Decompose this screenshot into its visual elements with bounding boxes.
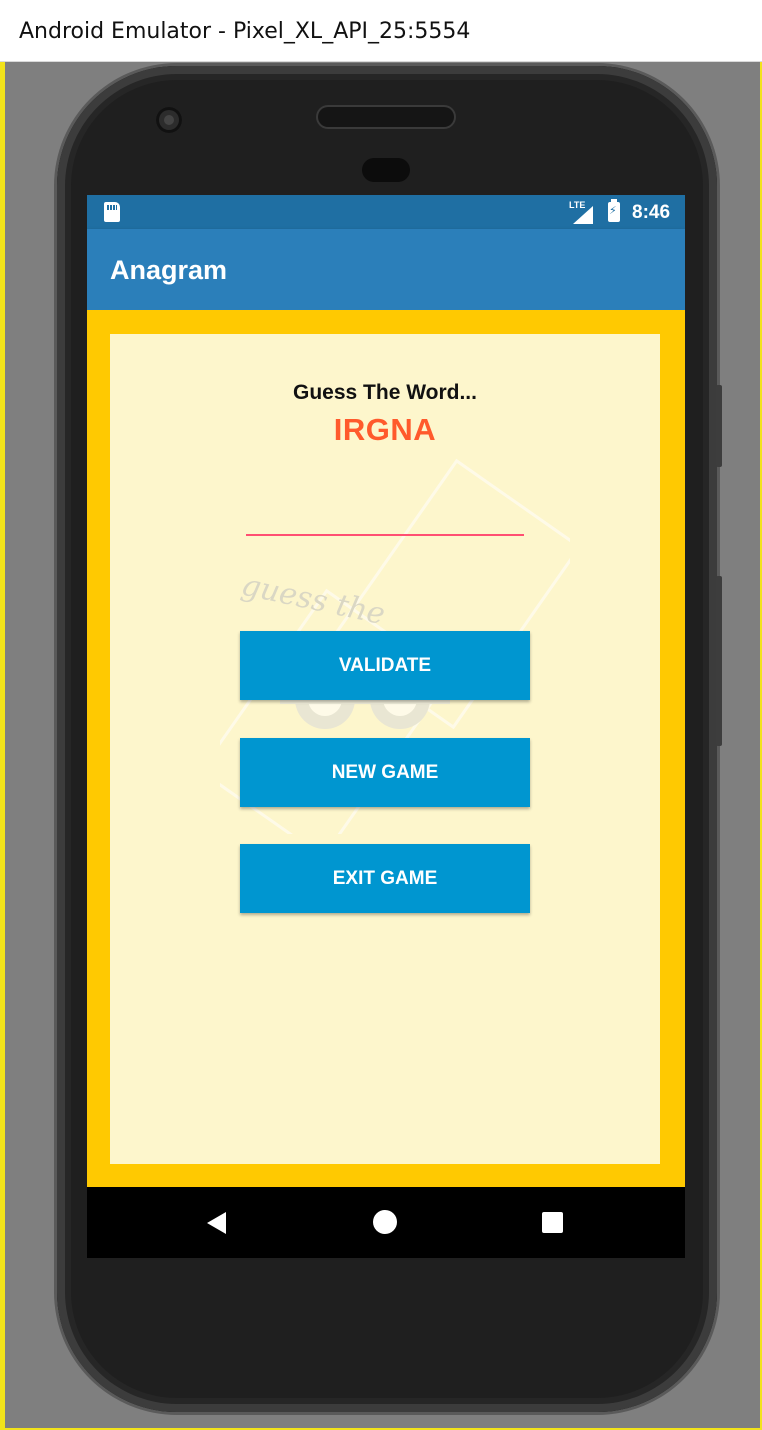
home-icon[interactable]: [373, 1210, 397, 1234]
game-card: guess the Guess The Word... IRGNA VALIDA…: [110, 334, 660, 1164]
window-title: Android Emulator - Pixel_XL_API_25:5554: [19, 19, 471, 44]
status-clock: 8:46: [632, 202, 671, 223]
game-content-area: guess the Guess The Word... IRGNA VALIDA…: [87, 310, 685, 1187]
signal-strength-icon: [573, 206, 593, 224]
exit-game-button[interactable]: EXIT GAME: [240, 844, 530, 913]
proximity-sensor: [362, 158, 410, 182]
back-icon[interactable]: [207, 1212, 226, 1234]
navigation-bar: [87, 1187, 685, 1258]
lte-signal-icon: LTE: [569, 200, 595, 224]
guess-prompt: Guess The Word...: [293, 381, 477, 404]
scrambled-word: IRGNA: [333, 412, 437, 447]
earpiece-speaker: [318, 107, 454, 127]
app-title: Anagram: [110, 255, 228, 285]
app-bar: Anagram: [87, 229, 685, 310]
volume-rocker[interactable]: [716, 576, 722, 746]
battery-charging-icon: [608, 199, 620, 222]
power-button[interactable]: [716, 385, 722, 467]
front-camera-icon: [156, 107, 182, 133]
emulator-title-bar[interactable]: Android Emulator - Pixel_XL_API_25:5554: [0, 0, 762, 62]
answer-input[interactable]: [246, 498, 524, 536]
validate-button[interactable]: VALIDATE: [240, 631, 530, 700]
sd-card-icon: [104, 202, 120, 222]
status-bar: LTE 8:46: [87, 195, 685, 229]
window-frame-left: [0, 0, 5, 1430]
new-game-button[interactable]: NEW GAME: [240, 738, 530, 807]
device-screen: LTE 8:46 Anagram guess the Guess The Wor…: [87, 195, 685, 1258]
recents-icon[interactable]: [542, 1212, 563, 1233]
watermark-text: guess the: [238, 568, 388, 633]
